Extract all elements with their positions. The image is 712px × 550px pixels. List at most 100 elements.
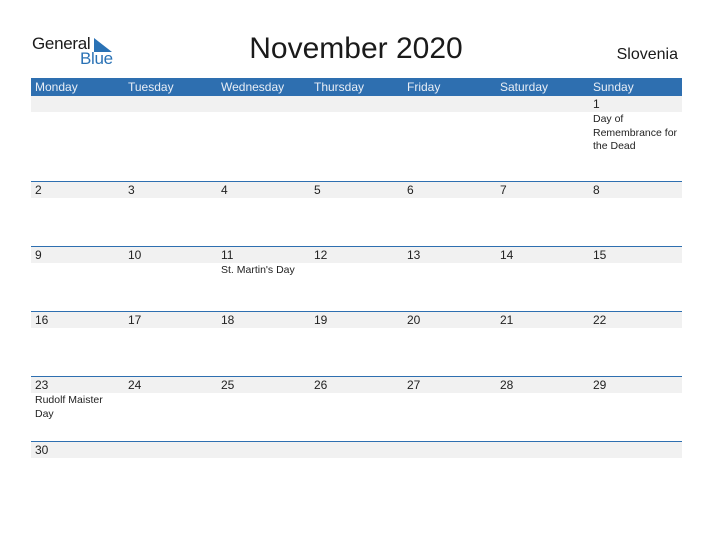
week-row: 16 17 18 19 20 21 22 [31,311,682,376]
day-number: 21 [500,313,514,327]
day-number: 5 [314,183,321,197]
day-number [310,442,403,458]
week-row: 9 10 11 12 13 14 15 St. Martin's Day [31,246,682,311]
day-number-row: 1 [31,96,682,112]
day-number: 9 [35,248,42,262]
day-number [589,442,682,458]
day-number [496,96,589,112]
day-number: 7 [500,183,507,197]
day-number: 2 [35,183,42,197]
day-number [403,96,496,112]
holiday-label [310,458,403,459]
day-number: 14 [500,248,514,262]
day-number: 8 [593,183,600,197]
weekday-header: Monday Tuesday Wednesday Thursday Friday… [31,78,682,96]
day-number: 23 [35,378,49,392]
day-number [31,96,124,112]
holiday-label [403,198,496,199]
holiday-label [496,112,589,154]
holiday-label [589,198,682,199]
day-number: 11 [221,248,234,262]
holiday-label [589,458,682,459]
calendar-grid: Monday Tuesday Wednesday Thursday Friday… [31,78,682,506]
day-number: 26 [314,378,328,392]
holiday-label [31,263,124,278]
weekday-tuesday: Tuesday [128,80,174,94]
holiday-label [403,112,496,154]
holiday-label [310,198,403,199]
day-number: 3 [128,183,135,197]
weekday-monday: Monday [35,80,78,94]
event-row: Day of Remembrance for the Dead [31,112,682,154]
holiday-label [589,393,682,421]
day-number-row: 16 17 18 19 20 21 22 [31,312,682,328]
day-number: 10 [128,248,142,262]
holiday-label [403,328,496,329]
event-row: Rudolf Maister Day [31,393,682,421]
holiday-label [217,198,310,199]
week-row: 30 [31,441,682,506]
page-title: November 2020 [249,32,463,65]
holiday-label [403,263,496,278]
holiday-label: St. Martin's Day [221,264,295,276]
holiday-label [496,198,589,199]
day-number: 13 [407,248,421,262]
holiday-label [124,458,217,459]
holiday-label [496,328,589,329]
holiday-label [310,263,403,278]
holiday-label [124,198,217,199]
holiday-label [589,263,682,278]
day-number: 16 [35,313,49,327]
weekday-friday: Friday [407,80,441,94]
day-number: 24 [128,378,142,392]
holiday-label: Rudolf Maister Day [35,394,103,420]
holiday-label [31,328,124,329]
day-number-row: 30 [31,442,682,458]
holiday-label [310,393,403,421]
day-number-row: 2 3 4 5 6 7 8 [31,182,682,198]
day-number-row: 9 10 11 12 13 14 15 [31,247,682,263]
day-number [403,442,496,458]
day-number: 20 [407,313,421,327]
day-number [124,442,217,458]
country-label: Slovenia [616,46,678,63]
day-number: 12 [314,248,328,262]
holiday-label [124,263,217,278]
week-row: 2 3 4 5 6 7 8 [31,181,682,246]
day-number [217,442,310,458]
event-row: St. Martin's Day [31,263,682,278]
holiday-label [310,328,403,329]
day-number [217,96,310,112]
holiday-label: Day of Remembrance for the Dead [593,113,678,152]
holiday-label [496,263,589,278]
holiday-label [496,458,589,459]
holiday-label [31,112,124,154]
holiday-label [217,328,310,329]
holiday-label [124,328,217,329]
day-number: 17 [128,313,142,327]
day-number: 15 [593,248,607,262]
day-number: 27 [407,378,421,392]
day-number: 22 [593,313,607,327]
holiday-label [217,393,310,421]
holiday-label [124,112,217,154]
holiday-label [403,393,496,421]
day-number: 6 [407,183,414,197]
day-number [496,442,589,458]
week-row: 1 Day of Remembrance for the Dead [31,96,682,181]
day-number: 18 [221,313,235,327]
event-row [31,328,682,329]
day-number: 4 [221,183,228,197]
day-number [310,96,403,112]
day-number: 1 [593,97,600,111]
holiday-label [496,393,589,421]
day-number: 25 [221,378,235,392]
holiday-label [124,393,217,421]
holiday-label [31,458,124,459]
week-row: 23 24 25 26 27 28 29 Rudolf Maister Day [31,376,682,441]
day-number [124,96,217,112]
weekday-thursday: Thursday [314,80,365,94]
holiday-label [589,328,682,329]
weekday-saturday: Saturday [500,80,549,94]
holiday-label [217,112,310,154]
